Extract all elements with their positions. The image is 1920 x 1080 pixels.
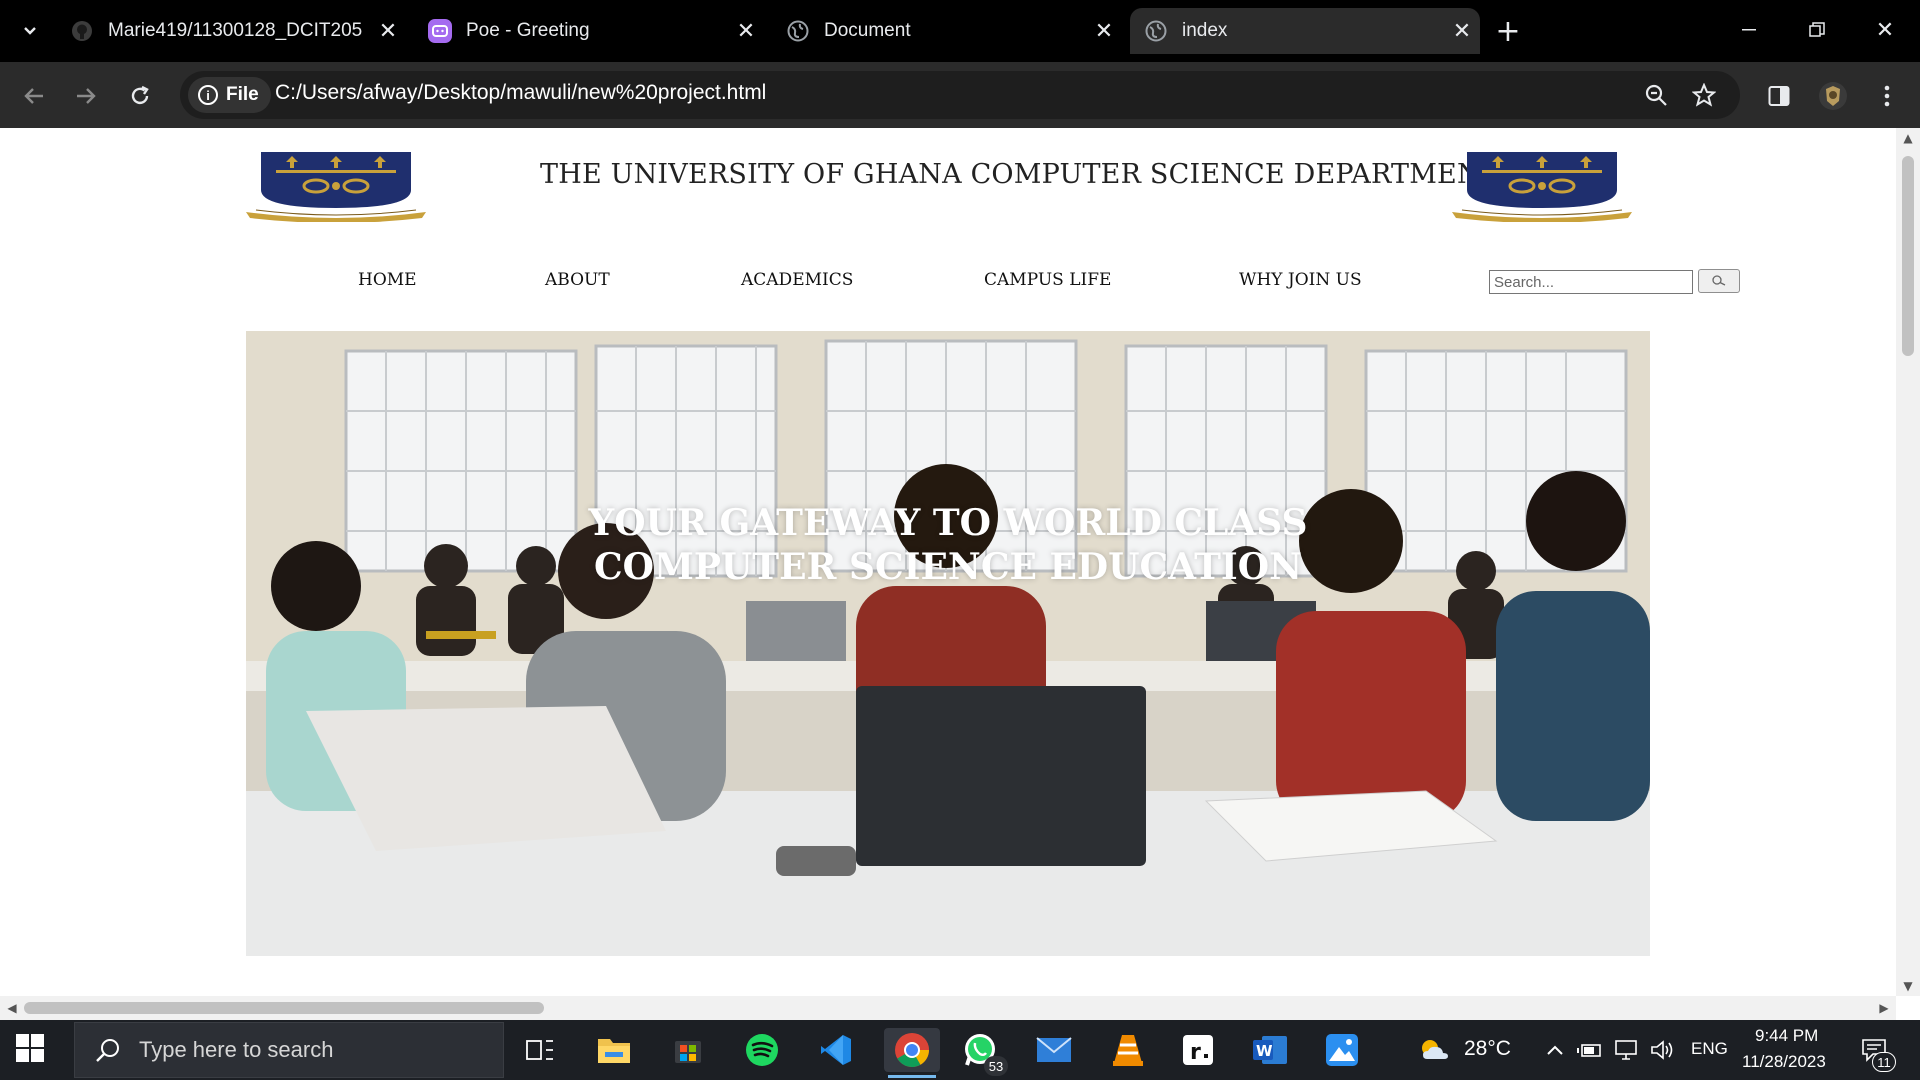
windows-taskbar: Type here to search 53 r W 28°C ENG 9:44…	[0, 1020, 1920, 1080]
vlc-icon[interactable]	[1106, 1028, 1150, 1072]
tab-title: Marie419/11300128_DCIT205	[108, 20, 363, 41]
nav-about[interactable]: ABOUT	[545, 270, 610, 290]
input-language[interactable]: ENG	[1691, 1039, 1728, 1059]
scroll-up-arrow-icon[interactable]: ▲	[1896, 128, 1920, 148]
horizontal-scrollbar[interactable]: ◀ ▶	[0, 996, 1896, 1020]
mail-icon[interactable]	[1032, 1028, 1076, 1072]
globe-icon	[786, 19, 810, 43]
close-tab-icon[interactable]: ✕	[1092, 18, 1116, 43]
word-icon[interactable]: W	[1248, 1028, 1292, 1072]
tab-title: Document	[824, 20, 911, 41]
tab-github[interactable]: Marie419/11300128_DCIT205 ✕	[70, 8, 406, 54]
nav-academics[interactable]: ACADEMICS	[741, 270, 853, 290]
whatsapp-icon[interactable]: 53	[958, 1028, 1008, 1076]
page-title: THE UNIVERSITY OF GHANA COMPUTER SCIENCE…	[540, 159, 1499, 190]
address-bar[interactable]: i File C:/Users/afway/Desktop/mawuli/new…	[180, 71, 1740, 119]
spotify-icon[interactable]	[740, 1028, 784, 1072]
restore-icon[interactable]	[1794, 14, 1840, 46]
new-tab-plus-icon[interactable]: +	[1490, 14, 1526, 49]
forward-arrow-icon[interactable]	[66, 76, 106, 116]
nav-why-join-us[interactable]: WHY JOIN US	[1239, 270, 1362, 290]
vscode-icon[interactable]	[814, 1028, 858, 1072]
close-tab-icon[interactable]: ✕	[1450, 18, 1474, 43]
search-icon	[1712, 275, 1726, 286]
github-icon	[70, 19, 94, 43]
show-hidden-icons-chevron-icon[interactable]	[1541, 1036, 1569, 1064]
weather-temperature[interactable]: 28°C	[1464, 1037, 1511, 1061]
roblox-icon[interactable]: r	[1176, 1028, 1220, 1072]
svg-text:W: W	[1256, 1042, 1273, 1060]
close-tab-icon[interactable]: ✕	[734, 18, 758, 43]
university-crest-right	[1452, 150, 1632, 223]
whatsapp-unread-badge: 53	[984, 1056, 1008, 1076]
search-input[interactable]	[1489, 270, 1693, 294]
minimize-icon[interactable]	[1726, 14, 1772, 46]
hero-caption-line-1: YOUR GATEWAY TO WORLD CLASS	[588, 502, 1308, 544]
file-explorer-icon[interactable]	[592, 1028, 636, 1072]
tab-index[interactable]: index ✕	[1130, 8, 1480, 54]
site-info-chip[interactable]: i File	[188, 77, 271, 113]
hero-caption-line-2: COMPUTER SCIENCE EDUCATION	[593, 546, 1303, 588]
scroll-right-arrow-icon[interactable]: ▶	[1874, 996, 1894, 1020]
vertical-scrollbar[interactable]: ▲ ▼	[1896, 128, 1920, 996]
weather-icon[interactable]	[1414, 1036, 1454, 1064]
horizontal-scroll-thumb[interactable]	[24, 1002, 544, 1014]
close-tab-icon[interactable]: ✕	[376, 18, 400, 43]
windows-start-icon[interactable]	[16, 1034, 48, 1066]
classroom-photo	[246, 331, 1650, 956]
scroll-left-arrow-icon[interactable]: ◀	[2, 996, 22, 1020]
profile-avatar-icon[interactable]	[1816, 79, 1850, 113]
tab-document[interactable]: Document ✕	[786, 8, 1122, 54]
search-magnifier-icon	[93, 1035, 123, 1065]
nav-home[interactable]: HOME	[358, 270, 417, 290]
back-arrow-icon[interactable]	[14, 76, 54, 116]
battery-icon[interactable]	[1576, 1036, 1604, 1064]
poe-icon	[428, 19, 452, 43]
tab-search-chevron-icon[interactable]	[12, 12, 48, 48]
tab-poe[interactable]: Poe - Greeting ✕	[428, 8, 764, 54]
search-button[interactable]	[1698, 269, 1740, 293]
browser-toolbar: i File C:/Users/afway/Desktop/mawuli/new…	[0, 62, 1920, 128]
reload-icon[interactable]	[120, 76, 160, 116]
notification-count-badge: 11	[1872, 1052, 1896, 1072]
svg-text:r: r	[1190, 1040, 1201, 1065]
bookmark-star-icon[interactable]	[1690, 81, 1718, 109]
volume-icon[interactable]	[1648, 1036, 1676, 1064]
notification-center-icon[interactable]: 11	[1856, 1036, 1896, 1072]
nav-campus-life[interactable]: CAMPUS LIFE	[984, 270, 1111, 290]
university-crest-left	[246, 150, 426, 223]
tab-title: index	[1182, 20, 1228, 41]
hero-caption: YOUR GATEWAY TO WORLD CLASS COMPUTER SCI…	[246, 501, 1650, 589]
clock-time[interactable]: 9:44 PM	[1755, 1026, 1818, 1046]
page-viewport: THE UNIVERSITY OF GHANA COMPUTER SCIENCE…	[0, 128, 1920, 1020]
clock-date[interactable]: 11/28/2023	[1742, 1052, 1826, 1072]
hero-image: YOUR GATEWAY TO WORLD CLASS COMPUTER SCI…	[246, 331, 1650, 956]
network-icon[interactable]	[1612, 1036, 1640, 1064]
vertical-scroll-thumb[interactable]	[1902, 156, 1914, 356]
site-chip-label: File	[226, 84, 259, 105]
browser-tab-strip: Marie419/11300128_DCIT205 ✕ Poe - Greeti…	[0, 0, 1920, 62]
photos-icon[interactable]	[1320, 1028, 1364, 1072]
zoom-icon[interactable]	[1642, 81, 1670, 109]
kebab-menu-icon[interactable]	[1870, 79, 1904, 113]
task-view-icon[interactable]	[518, 1028, 562, 1072]
chrome-icon[interactable]	[884, 1028, 940, 1078]
taskbar-search-placeholder: Type here to search	[139, 1037, 334, 1062]
tab-title: Poe - Greeting	[466, 20, 590, 41]
taskbar-search-box[interactable]: Type here to search	[74, 1022, 504, 1078]
scroll-down-arrow-icon[interactable]: ▼	[1896, 976, 1920, 996]
url-text[interactable]: C:/Users/afway/Desktop/mawuli/new%20proj…	[275, 81, 766, 105]
globe-icon	[1144, 19, 1168, 43]
side-panel-icon[interactable]	[1762, 79, 1796, 113]
microsoft-store-icon[interactable]	[666, 1028, 710, 1072]
info-icon: i	[198, 85, 218, 105]
close-window-icon[interactable]: ✕	[1862, 14, 1908, 46]
